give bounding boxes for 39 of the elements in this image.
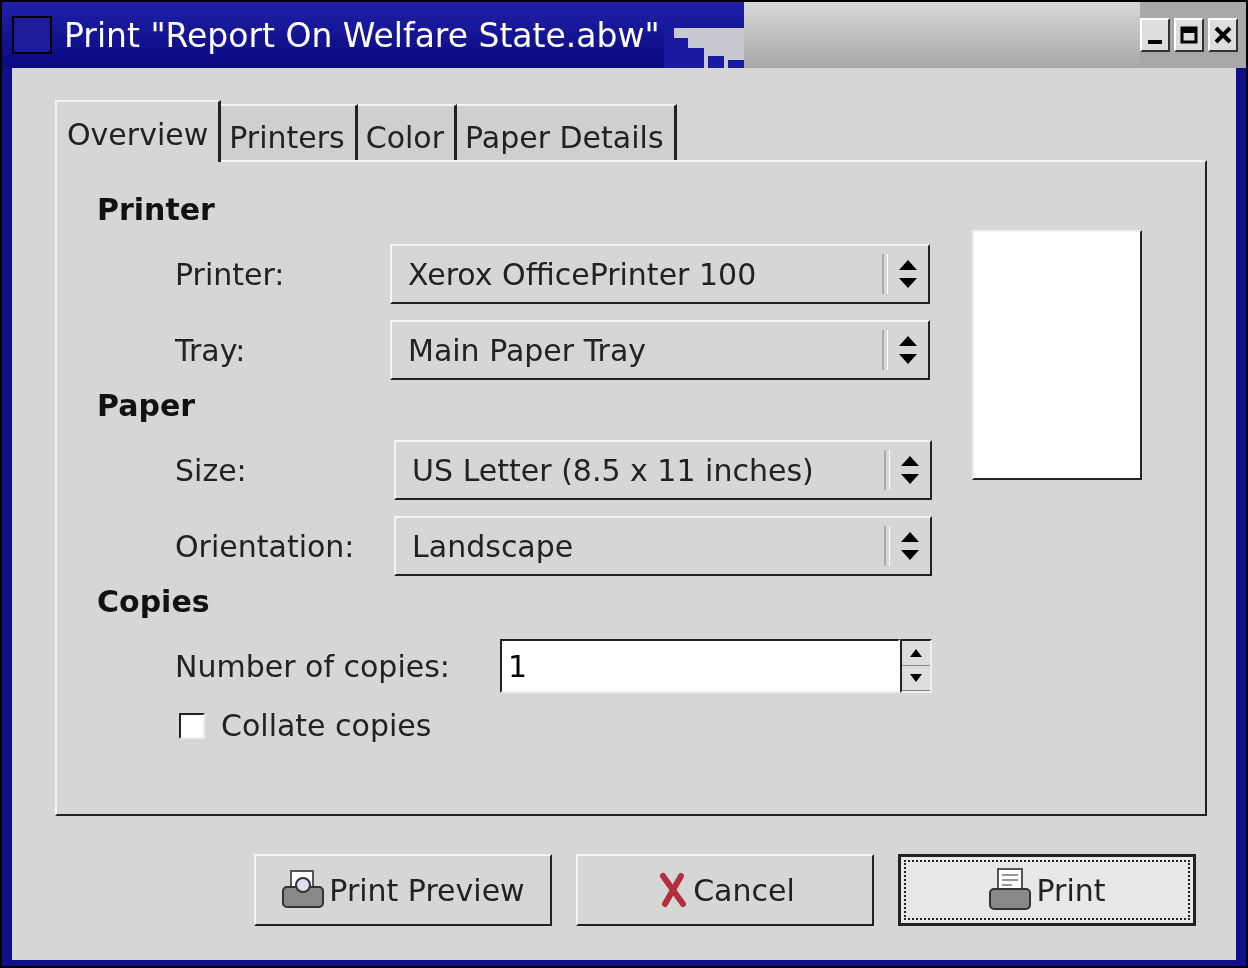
printer-icon (988, 867, 1033, 913)
field-label: Orientation: (175, 528, 356, 564)
tab[interactable]: Overview (55, 100, 222, 162)
cancel-button[interactable]: Cancel (576, 854, 874, 926)
up-down-arrows-icon (898, 334, 918, 366)
maximize-button[interactable] (1174, 18, 1204, 52)
print-preview-button[interactable]: Print Preview (254, 854, 552, 926)
up-down-arrows-icon (900, 530, 920, 562)
field-label: Printer: (175, 256, 286, 292)
up-arrow-icon (910, 649, 922, 657)
dropdown[interactable]: Main Paper Tray (390, 320, 930, 380)
field-label: Tray: (175, 332, 247, 368)
checkbox-label[interactable]: Collate copies (221, 708, 432, 743)
tab[interactable]: Color (357, 104, 457, 160)
up-down-arrows-icon (898, 258, 918, 290)
tab[interactable]: Paper Details (457, 104, 677, 160)
close-icon (1213, 25, 1233, 45)
window-title: Print "Report On Welfare State.abw" (64, 15, 660, 55)
checkbox[interactable] (179, 712, 205, 739)
dropdown[interactable]: Xerox OfficePrinter 100 (390, 244, 930, 304)
maximize-icon (1179, 25, 1199, 45)
decrement-button[interactable] (902, 666, 930, 691)
section-heading: Printer (97, 192, 216, 229)
section-heading: Paper (97, 388, 197, 425)
increment-button[interactable] (902, 641, 930, 666)
down-arrow-icon (910, 674, 922, 682)
minimize-icon (1148, 40, 1162, 44)
dropdown[interactable]: US Letter (8.5 x 11 inches) (394, 440, 932, 500)
copies-field[interactable]: 1 (500, 639, 900, 693)
dropdown[interactable]: Landscape (394, 516, 932, 576)
field-label: Number of copies: (175, 648, 451, 684)
printer-magnifier-icon (281, 869, 326, 911)
tab[interactable]: Printers (221, 104, 358, 160)
minimize-button[interactable] (1140, 18, 1170, 52)
field-label: Size: (175, 452, 248, 488)
close-button[interactable] (1208, 18, 1238, 52)
section-heading: Copies (97, 584, 211, 621)
up-down-arrows-icon (900, 454, 920, 486)
print-button[interactable]: Print (898, 854, 1196, 926)
